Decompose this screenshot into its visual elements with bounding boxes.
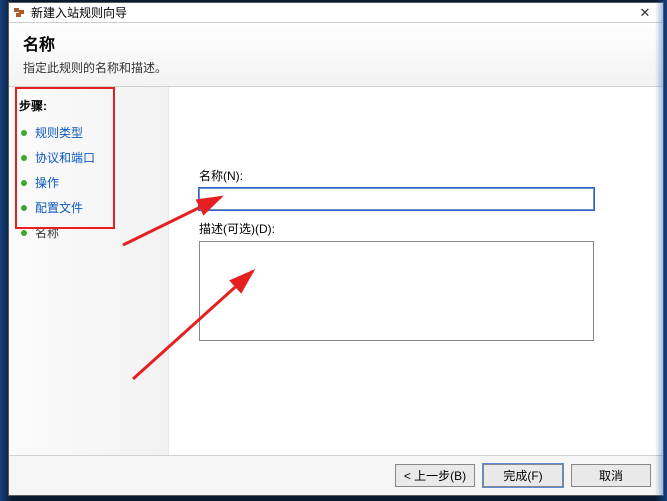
bullet-icon	[21, 180, 27, 186]
name-label: 名称(N):	[199, 167, 633, 184]
bullet-icon	[21, 155, 27, 161]
button-label: < 上一步(B)	[404, 467, 466, 484]
button-label: 取消	[599, 467, 623, 484]
step-protocol-port[interactable]: 协议和端口	[15, 145, 162, 170]
back-button[interactable]: < 上一步(B)	[395, 464, 475, 487]
content-pane: 名称(N): 描述(可选)(D):	[169, 87, 663, 455]
step-rule-type[interactable]: 规则类型	[15, 120, 162, 145]
wizard-body: 步骤: 规则类型 协议和端口 操作 配置文件 名称 名	[9, 87, 663, 455]
step-profile[interactable]: 配置文件	[15, 195, 162, 220]
step-label: 协议和端口	[35, 149, 95, 166]
title-bar: 新建入站规则向导 ✕	[9, 3, 663, 23]
finish-button[interactable]: 完成(F)	[483, 464, 563, 487]
bullet-icon	[21, 230, 27, 236]
step-label: 配置文件	[35, 199, 83, 216]
page-title: 名称	[23, 31, 649, 55]
step-action[interactable]: 操作	[15, 170, 162, 195]
button-label: 完成(F)	[503, 467, 542, 484]
step-name[interactable]: 名称	[15, 220, 162, 245]
app-icon	[13, 6, 27, 20]
step-label: 操作	[35, 174, 59, 191]
steps-sidebar: 步骤: 规则类型 协议和端口 操作 配置文件 名称	[9, 87, 169, 455]
close-button[interactable]: ✕	[631, 5, 659, 21]
bullet-icon	[21, 205, 27, 211]
wizard-footer: < 上一步(B) 完成(F) 取消	[9, 455, 663, 495]
cancel-button[interactable]: 取消	[571, 464, 651, 487]
steps-heading: 步骤:	[19, 97, 160, 114]
step-label: 名称	[35, 224, 59, 241]
description-label: 描述(可选)(D):	[199, 220, 633, 237]
step-label: 规则类型	[35, 124, 83, 141]
wizard-window: 新建入站规则向导 ✕ 名称 指定此规则的名称和描述。 步骤: 规则类型 协议和端…	[8, 2, 664, 496]
description-input[interactable]	[199, 241, 594, 341]
window-title: 新建入站规则向导	[31, 4, 631, 21]
bullet-icon	[21, 130, 27, 136]
page-subtitle: 指定此规则的名称和描述。	[23, 59, 649, 76]
name-input[interactable]	[199, 188, 594, 210]
wizard-header: 名称 指定此规则的名称和描述。	[9, 23, 663, 87]
